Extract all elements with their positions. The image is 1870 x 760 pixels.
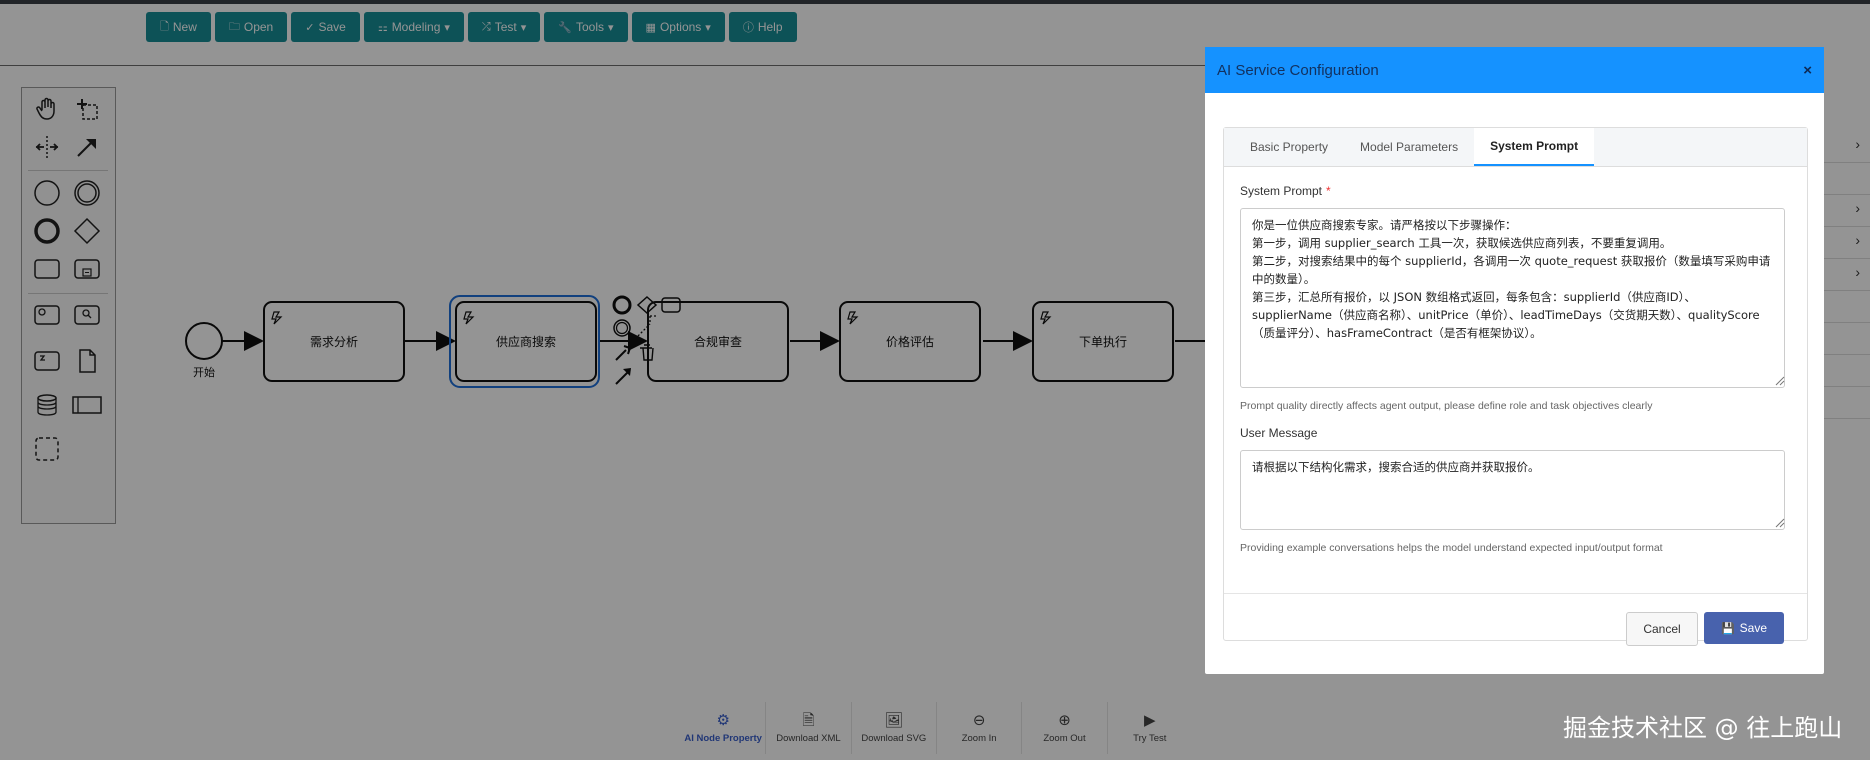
system-prompt-textarea[interactable]: 你是一位供应商搜索专家。请严格按以下步骤操作： 第一步，调用 supplier_… — [1240, 208, 1785, 388]
dialog-footer-divider — [1224, 593, 1807, 594]
tab-basic-property[interactable]: Basic Property — [1234, 128, 1344, 166]
required-mark: * — [1326, 184, 1331, 198]
close-icon[interactable]: × — [1803, 62, 1812, 79]
system-prompt-hint: Prompt quality directly affects agent ou… — [1240, 400, 1653, 412]
cancel-button[interactable]: Cancel — [1626, 612, 1698, 646]
tab-system-prompt[interactable]: System Prompt — [1474, 128, 1595, 166]
resize-handle-icon[interactable] — [1775, 376, 1785, 386]
ai-service-config-dialog: AI Service Configuration × Basic Propert… — [1205, 47, 1824, 674]
user-message-textarea[interactable]: 请根据以下结构化需求，搜索合适的供应商并获取报价。 — [1240, 450, 1785, 530]
system-prompt-label: System Prompt * — [1240, 184, 1331, 198]
dialog-card: Basic Property Model Parameters System P… — [1223, 127, 1808, 646]
dialog-header: AI Service Configuration × — [1205, 47, 1824, 93]
save-button[interactable]: 💾 Save — [1704, 612, 1784, 644]
floppy-disk-icon: 💾 — [1720, 622, 1735, 635]
resize-handle-icon[interactable] — [1775, 518, 1785, 528]
tab-model-parameters[interactable]: Model Parameters — [1344, 128, 1474, 166]
tab-bar: Basic Property Model Parameters System P… — [1224, 128, 1807, 167]
user-message-hint: Providing example conversations helps th… — [1240, 542, 1663, 554]
watermark: 掘金技术社区 @ 往上跑山 — [1563, 714, 1843, 742]
dialog-title: AI Service Configuration — [1217, 61, 1379, 79]
user-message-label: User Message — [1240, 426, 1318, 440]
